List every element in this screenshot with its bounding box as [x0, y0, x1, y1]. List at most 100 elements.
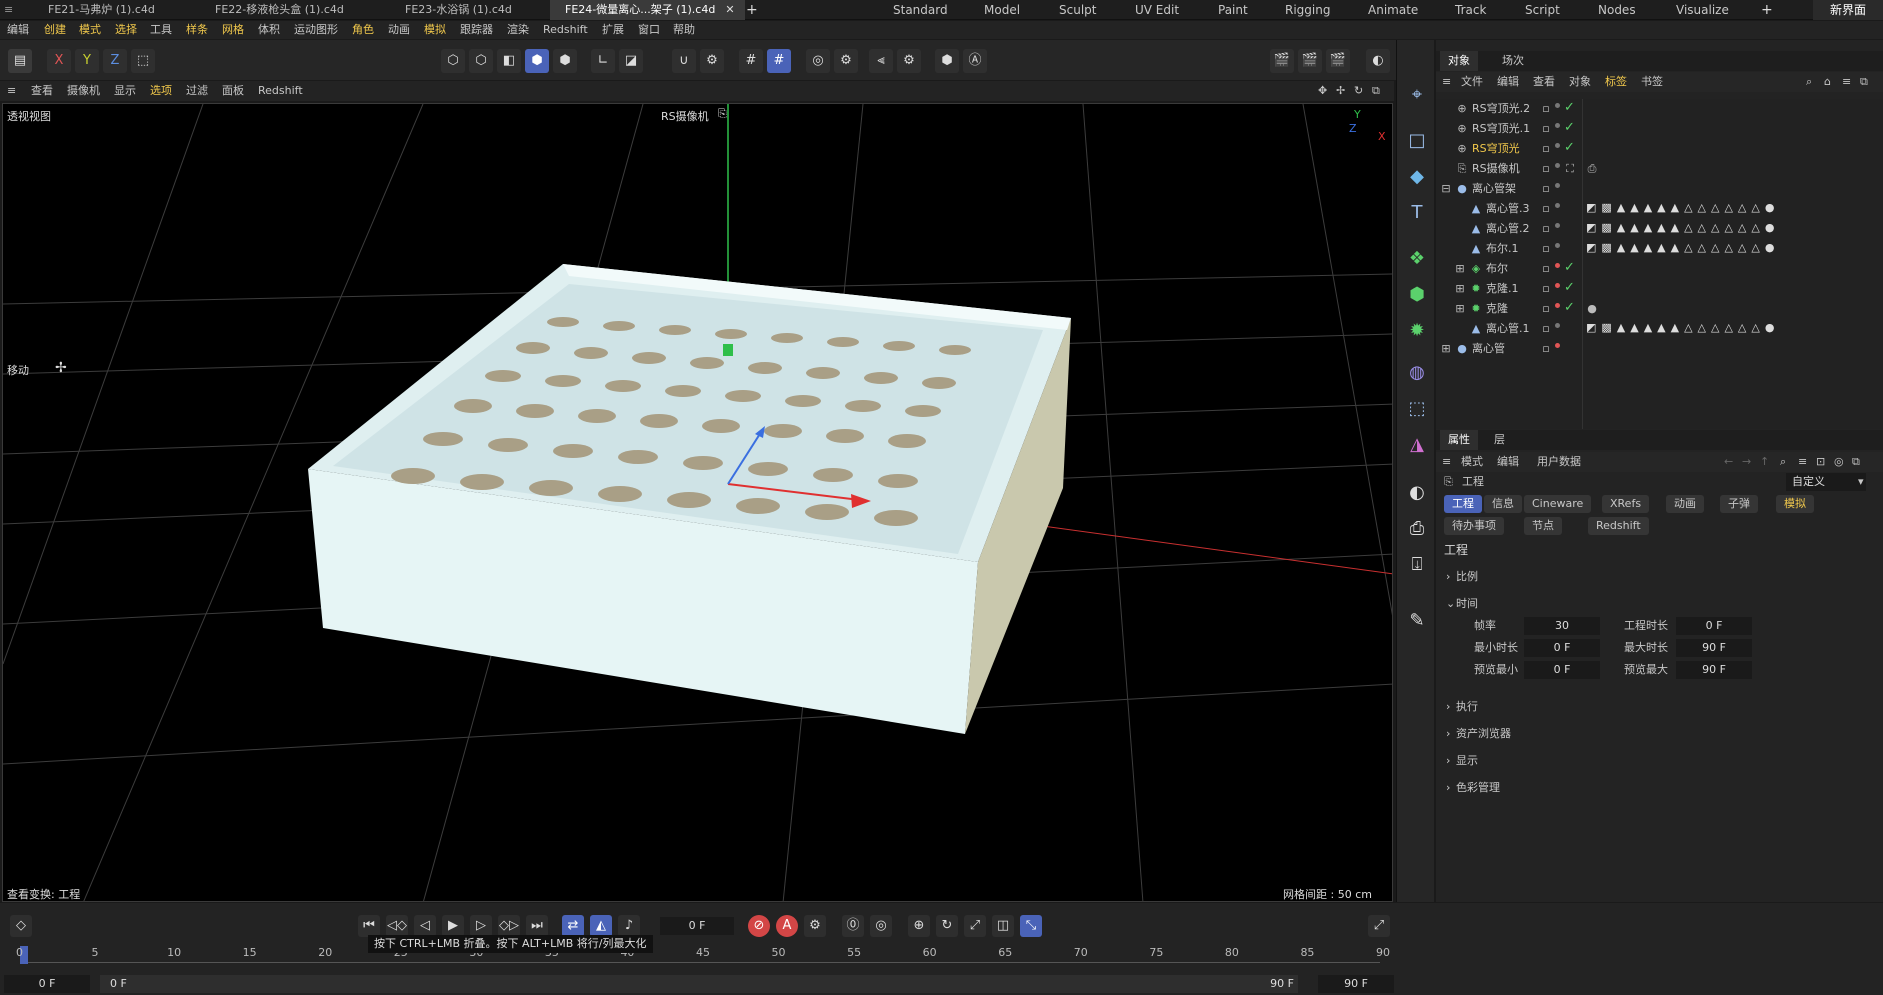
- menu-character[interactable]: 角色: [352, 21, 374, 39]
- timeline-start-field[interactable]: 0 F: [4, 975, 90, 993]
- auto-key-icon[interactable]: A: [776, 915, 798, 937]
- visibility-dot[interactable]: [1555, 323, 1560, 328]
- new-workspace-button[interactable]: 新界面: [1813, 0, 1883, 20]
- menu-spline[interactable]: 样条: [186, 21, 208, 39]
- section-asset-browser[interactable]: 资产浏览器: [1456, 725, 1511, 743]
- workspace-nodes[interactable]: Nodes: [1598, 0, 1636, 20]
- object-row[interactable]: ⎘ RS摄像机 ▫ ⛶ ⎙: [1436, 159, 1883, 179]
- model-mode-icon[interactable]: ⬢: [525, 49, 549, 73]
- snap-magnet-icon[interactable]: ∪: [672, 49, 696, 73]
- brush-tool-icon[interactable]: ✎: [1404, 608, 1430, 634]
- home-icon[interactable]: ⌂: [1824, 72, 1831, 92]
- menu-edit[interactable]: 编辑: [7, 21, 29, 39]
- viewport-menu-filter[interactable]: 过滤: [186, 81, 208, 101]
- attr-button-cineware[interactable]: Cineware: [1524, 495, 1592, 513]
- file-tab-active[interactable]: FE24-微量离心...架子 (1).c4d ✕: [550, 0, 745, 20]
- loop-icon[interactable]: ⇄: [562, 915, 584, 937]
- tab-attributes[interactable]: 属性: [1440, 430, 1478, 450]
- enabled-check-icon[interactable]: ✓: [1564, 280, 1575, 295]
- next-key-icon[interactable]: ◇▷: [498, 915, 520, 937]
- object-row[interactable]: ⊕ RS穹顶光.1 ▫ ✓: [1436, 119, 1883, 139]
- viewport-move-icon[interactable]: ✢: [1336, 81, 1345, 101]
- forward-arrow-icon[interactable]: →: [1742, 452, 1751, 472]
- tab-layers[interactable]: 层: [1486, 430, 1513, 450]
- menu-mesh[interactable]: 网格: [222, 21, 244, 39]
- perspective-viewport[interactable]: 透视视图 RS摄像机 ⎘ 移动 ✢ Y X Z 查看变换: 工程 网格间距 : …: [2, 103, 1393, 902]
- menu-select[interactable]: 选择: [115, 21, 137, 39]
- render-settings-icon[interactable]: 🎬: [1326, 49, 1350, 73]
- go-to-start-icon[interactable]: ⏮: [358, 915, 380, 937]
- attr-button-nodes[interactable]: 节点: [1524, 517, 1562, 535]
- visibility-dot[interactable]: [1555, 203, 1560, 208]
- attribute-menu-user-data[interactable]: 用户数据: [1537, 452, 1581, 472]
- tag-strip[interactable]: ◩▩▲▲▲▲▲△△△△△△●: [1586, 201, 1779, 217]
- chevron-right-icon[interactable]: ›: [1446, 568, 1450, 586]
- enabled-check-icon[interactable]: ✓: [1564, 260, 1575, 275]
- z-axis-lock-icon[interactable]: Z: [103, 49, 127, 73]
- viewport-menu-panel[interactable]: 面板: [222, 81, 244, 101]
- workspace-script[interactable]: Script: [1525, 0, 1560, 20]
- workspace-visualize[interactable]: Visualize: [1676, 0, 1729, 20]
- chevron-down-icon[interactable]: ⌄: [1446, 595, 1455, 613]
- keyframe-selection-icon[interactable]: ⓪: [842, 915, 864, 937]
- points-mode-icon[interactable]: ⬡: [441, 49, 465, 73]
- coordinate-system-icon[interactable]: ⬚: [131, 49, 155, 73]
- chevron-down-icon[interactable]: ▾: [1858, 473, 1864, 491]
- tab-objects[interactable]: 对象: [1440, 51, 1478, 71]
- workspace-standard[interactable]: Standard: [893, 0, 948, 20]
- visibility-dot[interactable]: [1555, 223, 1560, 228]
- viewport-rotate-icon[interactable]: ↻: [1354, 81, 1363, 101]
- target-icon[interactable]: ◎: [1834, 452, 1844, 472]
- preset-dropdown[interactable]: 自定义: [1786, 473, 1866, 491]
- menu-tracker[interactable]: 跟踪器: [460, 21, 493, 39]
- filter-icon[interactable]: ≡: [1842, 72, 1851, 92]
- param-key-icon[interactable]: ◫: [992, 915, 1014, 937]
- undo-history-icon[interactable]: ▤: [8, 49, 32, 73]
- text-tool-icon[interactable]: Ⓐ: [963, 49, 987, 73]
- spline-icon[interactable]: ◮: [1404, 432, 1430, 458]
- viewport-menu-view[interactable]: 查看: [31, 81, 53, 101]
- object-row[interactable]: ⊞ ◈ 布尔 ▫ ✓: [1436, 259, 1883, 279]
- cloner-icon[interactable]: ❖: [1404, 246, 1430, 272]
- visibility-dot[interactable]: [1555, 123, 1560, 128]
- visibility-dot[interactable]: [1555, 103, 1560, 108]
- polygons-mode-icon[interactable]: ◧: [497, 49, 521, 73]
- x-axis-lock-icon[interactable]: X: [47, 49, 71, 73]
- search-icon[interactable]: ⌕: [1806, 72, 1812, 92]
- null-object-icon[interactable]: ⌖: [1404, 82, 1430, 108]
- lock-icon[interactable]: ⊡: [1816, 452, 1825, 472]
- deformer-icon[interactable]: ◍: [1404, 360, 1430, 386]
- visibility-dot[interactable]: [1555, 343, 1560, 348]
- symmetry-settings-icon[interactable]: ⚙: [897, 49, 921, 73]
- menu-window[interactable]: 窗口: [638, 21, 660, 39]
- chevron-right-icon[interactable]: ›: [1446, 698, 1450, 716]
- menu-extensions[interactable]: 扩展: [602, 21, 624, 39]
- section-scale[interactable]: 比例: [1456, 568, 1478, 586]
- tag-strip[interactable]: ◩▩▲▲▲▲▲△△△△△△●: [1586, 221, 1779, 237]
- app-menu-icon[interactable]: ≡: [4, 0, 13, 20]
- edges-mode-icon[interactable]: ⬡: [469, 49, 493, 73]
- object-row-selected[interactable]: ⊕ RS穹顶光 ▫ ✓: [1436, 139, 1883, 159]
- menu-mograph[interactable]: 运动图形: [294, 21, 338, 39]
- section-execution[interactable]: 执行: [1456, 698, 1478, 716]
- camera-object-icon[interactable]: ⎙: [1404, 516, 1430, 542]
- attr-button-info[interactable]: 信息: [1484, 495, 1522, 513]
- viewport-menu-cameras[interactable]: 摄像机: [67, 81, 100, 101]
- camera-tag-icon[interactable]: ⎙: [1586, 163, 1598, 175]
- visibility-dot[interactable]: [1555, 263, 1560, 268]
- menu-simulate[interactable]: 模拟: [424, 21, 446, 39]
- menu-create[interactable]: 创建: [44, 21, 66, 39]
- field-preview-min[interactable]: 0 F: [1524, 661, 1600, 679]
- point-level-icon[interactable]: ⤡: [1020, 915, 1042, 937]
- workspace-animate[interactable]: Animate: [1368, 0, 1418, 20]
- scale-key-icon[interactable]: ⤢: [964, 915, 986, 937]
- go-to-end-icon[interactable]: ⏭: [526, 915, 548, 937]
- section-color-management[interactable]: 色彩管理: [1456, 779, 1500, 797]
- lock-workplane-icon[interactable]: ⬢: [935, 49, 959, 73]
- sound-icon[interactable]: ♪: [618, 915, 640, 937]
- enabled-check-icon[interactable]: ✓: [1564, 100, 1575, 115]
- section-display[interactable]: 显示: [1456, 752, 1478, 770]
- camera-target-tag-icon[interactable]: ⛶: [1564, 163, 1576, 175]
- cube-primitive-icon[interactable]: □: [1404, 128, 1430, 154]
- menu-tools[interactable]: 工具: [150, 21, 172, 39]
